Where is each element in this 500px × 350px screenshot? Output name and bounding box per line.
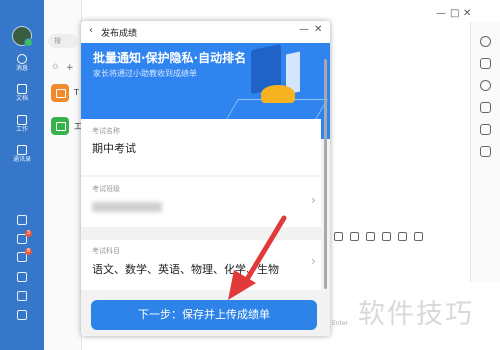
chevron-right-icon: › [311,254,316,268]
watermark: 软件技巧 [350,282,500,350]
dialog-scrollbar[interactable] [324,59,327,289]
field-label: 考试科目 [92,247,120,255]
mail-badge: 8 [25,248,32,255]
calendar-icon[interactable] [17,215,27,225]
composer-toolbar [334,232,444,246]
picture-icon[interactable] [398,232,407,241]
document-icon [17,84,27,94]
banner-headline: 批量通知·保护隐私·自动排名 [93,51,247,65]
dialog-minimize-icon[interactable]: — [299,24,309,35]
chevron-right-icon: › [311,193,316,207]
nav-label: 工作 [15,126,28,133]
exam-class-field[interactable]: 考试班级 › [81,177,321,227]
nav-item-messages[interactable]: 消息 [0,54,44,73]
search-input[interactable]: 搜 [48,34,78,48]
chat-list: 搜 ✩ + T 工 [44,0,82,350]
nav-label: 通讯录 [12,156,31,163]
history-icon[interactable] [480,80,491,91]
mention-icon[interactable] [334,232,343,241]
call-icon[interactable] [350,232,359,241]
contacts-icon [17,145,27,155]
folder-icon[interactable] [480,102,491,113]
publish-grades-dialog: ‹ 发布成绩 — ✕ 批量通知·保护隐私·自动排名 家长将通过小助教收到成绩单 … [81,21,330,336]
dialog-close-icon[interactable]: ✕ [314,24,322,35]
nav-label: 消息 [15,65,28,72]
video-icon[interactable] [366,232,375,241]
exam-subject-field[interactable]: 考试科目 语文、数学、英语、物理、化学、生物 › [81,240,321,290]
send-hint: Enter [332,320,349,327]
close-icon[interactable]: ✕ [463,8,471,19]
more-icon[interactable] [414,232,423,241]
phone-icon[interactable] [17,272,27,282]
field-label: 考试班级 [92,185,120,193]
field-value: 期中考试 [92,142,136,155]
todo-badge: 3 [25,230,32,237]
class-value-blurred [92,202,162,212]
avatar[interactable] [12,26,33,47]
nav-item-contacts[interactable]: 通讯录 [0,145,44,164]
more-options-icon[interactable] [480,36,491,47]
nav-item-docs[interactable]: 文档 [0,84,44,103]
minimize-icon[interactable]: — [436,8,446,19]
graduation-cap-icon [261,85,295,103]
dialog-header: ‹ 发布成绩 — ✕ [81,21,330,43]
watermark-text: 软件技巧 [358,299,474,330]
chat-icon [17,54,27,64]
next-save-upload-button[interactable]: 下一步：保存并上传成绩单 [91,300,317,330]
chat-name: T [74,88,79,97]
add-icon[interactable]: + [66,63,74,73]
screenshot-icon[interactable] [382,232,391,241]
exam-name-field[interactable]: 考试名称 期中考试 [81,119,321,175]
nav-label: 文档 [15,95,28,102]
message-box-icon[interactable] [17,291,27,301]
star-icon[interactable]: ✩ [52,62,59,71]
chat-avatar-tile[interactable] [51,117,69,135]
maximize-icon[interactable]: □ [450,8,459,19]
settings-icon[interactable] [17,310,27,320]
banner-subline: 家长将通过小助教收到成绩单 [93,69,197,78]
field-value: 语文、数学、英语、物理、化学、生物 [92,263,279,276]
workbench-icon [17,115,27,125]
field-label: 考试名称 [92,127,120,135]
nav-rail: 消息 文档 工作 通讯录 3 8 [0,0,44,350]
announcement-icon[interactable] [480,124,491,135]
nav-item-work[interactable]: 工作 [0,115,44,134]
calendar-icon[interactable] [480,146,491,157]
back-icon[interactable]: ‹ [89,25,93,36]
dialog-title: 发布成绩 [101,29,138,39]
chat-avatar-tile[interactable] [51,84,69,102]
add-member-icon[interactable] [480,58,491,69]
